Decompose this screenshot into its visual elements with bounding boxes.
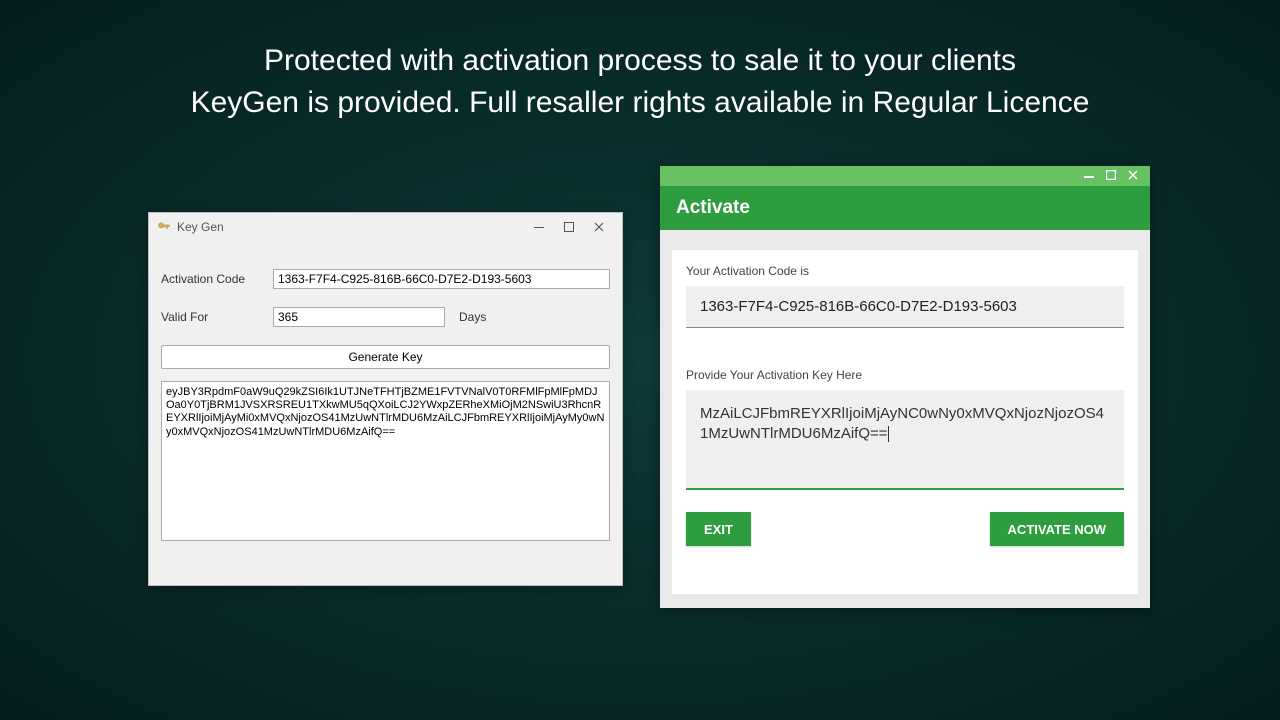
- activate-titlebar[interactable]: [660, 166, 1150, 186]
- headline-text: Protected with activation process to sal…: [0, 40, 1280, 124]
- maximize-icon[interactable]: [554, 217, 584, 237]
- window-title: Key Gen: [177, 220, 224, 234]
- close-icon[interactable]: [584, 217, 614, 237]
- close-icon[interactable]: [1122, 169, 1144, 183]
- activation-code-row: Activation Code: [161, 269, 610, 289]
- headline-line-1: Protected with activation process to sal…: [264, 44, 1016, 77]
- keygen-body: Activation Code Valid For Days Generate …: [149, 241, 622, 556]
- activate-title: Activate: [676, 197, 750, 219]
- valid-for-row: Valid For Days: [161, 307, 610, 327]
- activation-code-input[interactable]: [273, 269, 610, 289]
- activate-body: Your Activation Code is 1363-F7F4-C925-8…: [672, 250, 1138, 594]
- activate-now-button[interactable]: ACTIVATE NOW: [990, 512, 1124, 546]
- activation-code-label: Your Activation Code is: [686, 264, 1124, 278]
- activation-code-label: Activation Code: [161, 272, 273, 286]
- activate-button-row: EXIT ACTIVATE NOW: [686, 512, 1124, 546]
- activation-key-value: MzAiLCJFbmREYXRlIjoiMjAyNC0wNy0xMVQxNjoz…: [700, 405, 1104, 442]
- text-cursor-icon: [888, 426, 889, 442]
- keygen-titlebar[interactable]: Key Gen: [149, 213, 622, 241]
- key-icon: [157, 220, 171, 234]
- activation-code-display: 1363-F7F4-C925-816B-66C0-D7E2-D193-5603: [686, 286, 1124, 328]
- valid-for-unit: Days: [459, 310, 486, 324]
- exit-button[interactable]: EXIT: [686, 512, 751, 546]
- valid-for-input[interactable]: [273, 307, 445, 327]
- maximize-icon[interactable]: [1100, 169, 1122, 183]
- generate-key-button[interactable]: Generate Key: [161, 345, 610, 369]
- generated-key-output[interactable]: [161, 381, 610, 541]
- minimize-icon[interactable]: [524, 217, 554, 237]
- minimize-icon[interactable]: [1078, 169, 1100, 183]
- activate-window: Activate Your Activation Code is 1363-F7…: [660, 166, 1150, 608]
- activation-key-input[interactable]: MzAiLCJFbmREYXRlIjoiMjAyNC0wNy0xMVQxNjoz…: [686, 390, 1124, 490]
- keygen-window: Key Gen Activation Code Valid For Days G…: [148, 212, 623, 586]
- activation-key-label: Provide Your Activation Key Here: [686, 368, 1124, 382]
- headline-line-2: KeyGen is provided. Full resaller rights…: [191, 86, 1090, 119]
- activate-header: Activate: [660, 186, 1150, 230]
- valid-for-label: Valid For: [161, 310, 273, 324]
